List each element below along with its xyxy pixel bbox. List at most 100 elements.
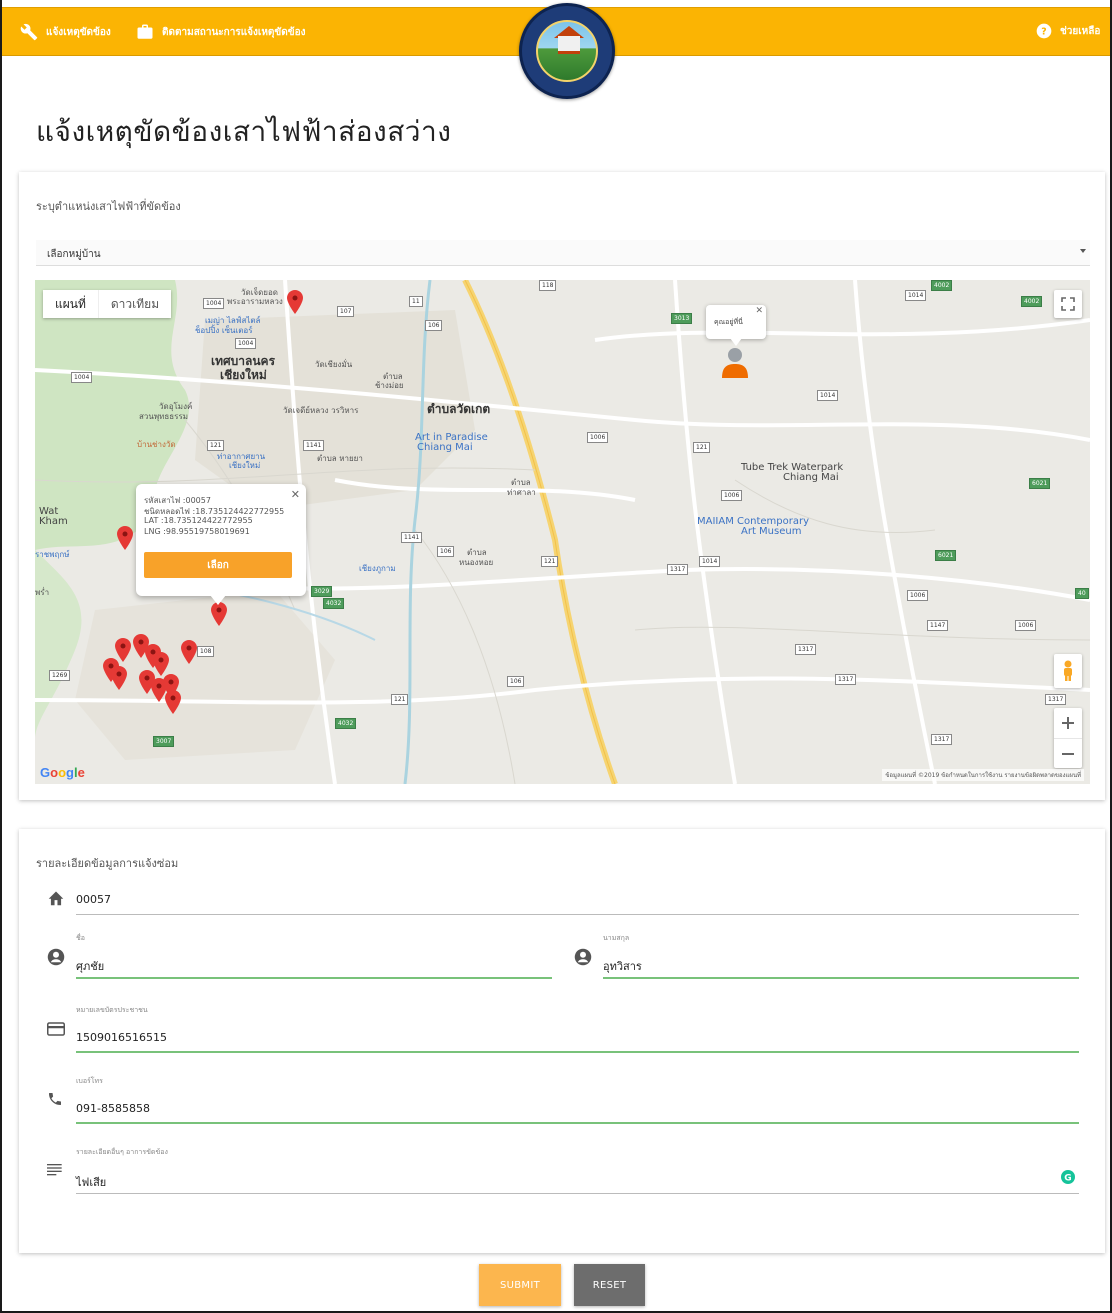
first-name-input[interactable]: ศุภชัย (76, 957, 104, 975)
road-shield: 121 (391, 694, 409, 705)
seal-inner-emblem (536, 20, 598, 82)
id-card-label: หมายเลขบัตรประชาชน (76, 1006, 148, 1014)
road-shield: 1269 (49, 670, 71, 681)
info-lng: LNG :98.95519758019691 (144, 527, 250, 536)
map-label-wat-ban: บ้านช่างวัด (137, 440, 176, 449)
fullscreen-icon (1061, 297, 1075, 311)
you-are-here-label: คุณอยู่ที่นี่ (714, 318, 743, 326)
map-attribution[interactable]: ข้อมูลแผนที่ ©2019 ข้อกำหนดในการใช้งาน ร… (882, 769, 1084, 781)
map-label-tambon-changmoi-2: ช้างม่อย (375, 381, 404, 390)
road-shield: 1141 (303, 440, 325, 451)
road-shield: 4032 (335, 718, 357, 729)
road-shield: 4032 (323, 598, 345, 609)
zoom-in-button[interactable] (1054, 708, 1082, 738)
village-select-value: เลือกหมู่บ้าน (47, 249, 101, 260)
map-type-switcher: แผนที่ ดาวเทียม (43, 290, 172, 318)
notes-icon (47, 1164, 62, 1176)
grammarly-icon[interactable]: G (1061, 1170, 1075, 1184)
reset-button[interactable]: RESET (574, 1264, 645, 1306)
road-shield: 1014 (699, 556, 721, 567)
select-pole-button[interactable]: เลือก (144, 552, 292, 578)
pole-marker-pin-icon[interactable] (117, 526, 133, 550)
phone-label: เบอร์โทร (76, 1077, 103, 1085)
road-shield: 6021 (935, 550, 957, 561)
pole-marker-pin-icon[interactable] (165, 690, 181, 714)
nav-track[interactable]: ติดตามสถานะการแจ้งเหตุขัดข้อง (136, 23, 305, 41)
last-name-field[interactable]: นามสกุล อุทวิสาร (574, 933, 1079, 983)
road-shield: 3013 (671, 313, 693, 324)
google-logo: Google (40, 765, 85, 780)
map-label-wat-chiangman: วัดเชียงมั่น (315, 360, 353, 369)
phone-icon (49, 1093, 61, 1105)
road-shield: 11 (409, 296, 423, 307)
pole-id-underline (76, 914, 1079, 915)
last-name-label: นามสกุล (603, 934, 630, 942)
detail-field[interactable]: รายละเอียดอื่นๆ อาการขัดข้อง ไฟเสีย G (47, 1147, 1079, 1197)
road-shield: 1317 (931, 734, 953, 745)
pole-marker-pin-icon[interactable] (111, 666, 127, 690)
pole-id-value: 00057 (76, 893, 111, 906)
pole-marker-pin-icon[interactable] (153, 652, 169, 676)
road-shield: 106 (425, 320, 443, 331)
fullscreen-button[interactable] (1054, 290, 1082, 318)
zoom-out-button[interactable] (1054, 738, 1082, 768)
user-location-icon (722, 348, 748, 378)
help-circle-icon: ? (1036, 23, 1052, 39)
nav-help[interactable]: ? ช่วยเหลือ (1036, 23, 1100, 39)
street-view-button[interactable] (1054, 654, 1082, 688)
last-name-underline (603, 977, 1079, 979)
road-shield: 108 (197, 646, 215, 657)
pegman-icon (1064, 660, 1072, 681)
last-name-input[interactable]: อุทวิสาร (603, 957, 642, 975)
detail-label: รายละเอียดอื่นๆ อาการขัดข้อง (76, 1148, 168, 1156)
road-shield: 1317 (835, 674, 857, 685)
pole-marker-pin-icon[interactable] (181, 640, 197, 664)
nav-report[interactable]: แจ้งเหตุขัดข้อง (20, 23, 111, 41)
pole-id-field: 00057 (47, 887, 1079, 917)
minus-icon (1062, 752, 1074, 755)
village-select[interactable]: เลือกหมู่บ้าน (36, 240, 1090, 266)
map-type-map-button[interactable]: แผนที่ (43, 290, 98, 318)
road-shield: 1014 (817, 390, 839, 401)
road-shield: 1141 (401, 532, 423, 543)
info-lat: LAT :18.735124422772955 (144, 516, 253, 525)
map-label-wat-jedyod-2: พระอารามหลวง (227, 297, 283, 306)
map-label-tambon-nongheo-2: หนองหอย (459, 558, 494, 567)
location-card: ระบุตำแหน่งเสาไฟฟ้าที่ขัดข้อง เลือกหมู่บ… (19, 172, 1105, 800)
map-label-art-paradise-2: Chiang Mai (417, 442, 473, 453)
phone-field[interactable]: เบอร์โทร 091-8585858 (47, 1076, 1079, 1126)
road-shield: 6021 (1029, 478, 1051, 489)
page-frame: แจ้งเหตุขัดข้อง ติดตามสถานะการแจ้งเหตุขั… (0, 0, 1112, 1313)
road-shield: 1004 (203, 298, 225, 309)
pole-marker-pin-icon-selected[interactable] (211, 602, 227, 626)
first-name-underline (76, 977, 552, 979)
road-shield: 1006 (907, 590, 929, 601)
submit-button[interactable]: SUBMIT (479, 1264, 561, 1306)
id-card-input[interactable]: 1509016516515 (76, 1031, 167, 1044)
map-label-ratchaphruek: ราชพฤกษ์ (35, 550, 70, 559)
page-title: แจ้งเหตุขัดข้องเสาไฟฟ้าส่องสว่าง (36, 115, 452, 148)
map-label-tube-trek-2: Chiang Mai (783, 472, 839, 483)
map-label-city-2: เชียงใหม่ (220, 368, 267, 382)
close-icon[interactable]: ✕ (755, 306, 763, 316)
road-shield: 121 (541, 556, 559, 567)
detail-underline (76, 1193, 1079, 1194)
pole-info-window: ✕ รหัสเสาไฟ :00057 ชนิดหลอดไฟ :18.735124… (136, 484, 306, 596)
id-card-field[interactable]: หมายเลขบัตรประชาชน 1509016516515 (47, 1005, 1079, 1055)
close-icon[interactable]: ✕ (291, 488, 300, 501)
road-shield: 1147 (927, 620, 949, 631)
road-shield: 4002 (931, 280, 953, 291)
map-type-satellite-button[interactable]: ดาวเทียม (97, 290, 171, 318)
detail-input[interactable]: ไฟเสีย (76, 1173, 106, 1191)
phone-input[interactable]: 091-8585858 (76, 1102, 150, 1115)
map-label-tambon-watket: ตำบลวัดเกต (427, 402, 491, 416)
pole-marker-pin-icon[interactable] (287, 290, 303, 314)
road-shield: 3007 (153, 736, 175, 747)
you-window-tail (730, 338, 742, 346)
road-shield: 1006 (721, 490, 743, 501)
account-circle-icon (47, 948, 65, 966)
map-canvas[interactable]: เทศบาลนคร เชียงใหม่ ตำบลวัดเกต Art in Pa… (35, 280, 1090, 784)
first-name-label: ชื่อ (76, 934, 85, 942)
seal-house-shape (558, 36, 580, 54)
first-name-field[interactable]: ชื่อ ศุภชัย (47, 933, 552, 983)
